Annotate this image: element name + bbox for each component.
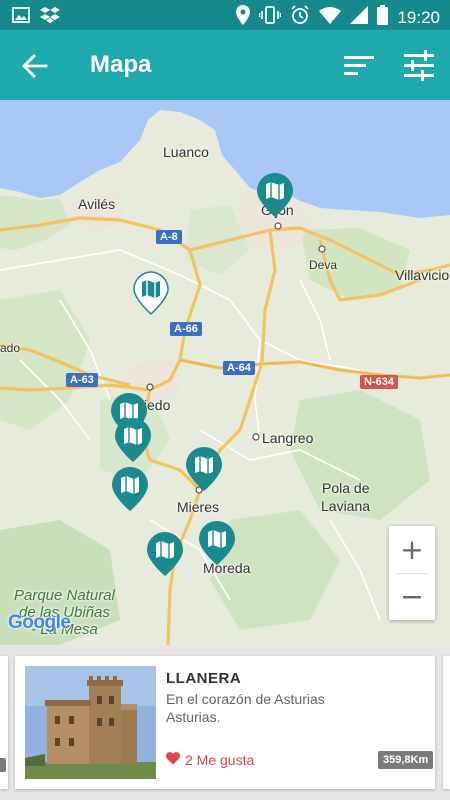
map-marker[interactable] bbox=[198, 520, 236, 566]
zoom-controls: + − bbox=[389, 526, 435, 620]
location-icon bbox=[236, 5, 251, 30]
road-shield: A-63 bbox=[66, 373, 98, 387]
place-card[interactable]: LLANERA En el corazón de Asturias Asturi… bbox=[15, 656, 435, 789]
place-label: Pola de bbox=[322, 480, 370, 496]
road-shield: A-66 bbox=[170, 322, 202, 336]
place-label: Langreo bbox=[262, 430, 314, 446]
next-card[interactable] bbox=[443, 656, 450, 789]
place-label: ado bbox=[0, 341, 21, 355]
signal-icon bbox=[350, 6, 369, 29]
zoom-in-button[interactable]: + bbox=[389, 526, 435, 573]
previous-card[interactable] bbox=[0, 656, 8, 789]
battery-icon bbox=[377, 5, 389, 30]
heart-icon bbox=[166, 752, 180, 768]
google-logo: Google bbox=[8, 612, 71, 634]
like-button[interactable]: 2 Me gusta bbox=[166, 752, 254, 768]
wifi-icon bbox=[319, 6, 342, 29]
place-name: LLANERA bbox=[166, 670, 242, 687]
status-bar: 19:20 bbox=[0, 0, 450, 30]
sort-icon[interactable] bbox=[342, 52, 376, 80]
image-icon bbox=[12, 6, 30, 29]
map-view[interactable]: Luanco Avilés Gijón Deva Villavicio ado … bbox=[0, 100, 450, 645]
place-photo bbox=[25, 666, 156, 779]
map-marker[interactable] bbox=[185, 446, 223, 492]
road-shield: A-8 bbox=[156, 230, 182, 244]
clock-time: 19:20 bbox=[397, 7, 440, 27]
distance-badge bbox=[0, 758, 6, 772]
road-shield: A-64 bbox=[223, 361, 255, 375]
page-title: Mapa bbox=[90, 51, 152, 78]
road-shield: N-634 bbox=[360, 375, 398, 389]
alarm-icon bbox=[290, 5, 310, 30]
place-label: Luanco bbox=[163, 144, 209, 160]
vibrate-icon bbox=[259, 5, 282, 30]
place-region: Asturias. bbox=[166, 709, 221, 725]
place-description: En el corazón de Asturias Asturias. bbox=[166, 690, 325, 726]
place-label: Mieres bbox=[177, 499, 220, 515]
zoom-out-button[interactable]: − bbox=[389, 573, 435, 620]
distance-badge: 359,8Km bbox=[378, 751, 434, 769]
place-label: Deva bbox=[309, 258, 338, 272]
dropbox-icon bbox=[40, 6, 60, 29]
map-marker[interactable] bbox=[256, 172, 294, 218]
place-description-line: En el corazón de Asturias bbox=[166, 691, 325, 707]
arrow-back-icon[interactable] bbox=[20, 52, 50, 80]
google-letter: Google bbox=[8, 612, 71, 633]
zoom-divider bbox=[397, 573, 427, 574]
map-marker-selected[interactable] bbox=[132, 270, 170, 316]
place-label: Laviana bbox=[321, 498, 371, 514]
map-marker[interactable] bbox=[111, 466, 149, 512]
place-carousel[interactable]: LLANERA En el corazón de Asturias Asturi… bbox=[0, 645, 450, 800]
map-marker[interactable] bbox=[114, 417, 152, 463]
map-marker[interactable] bbox=[146, 531, 184, 577]
place-label: Avilés bbox=[78, 196, 116, 212]
place-label: Villavicio bbox=[395, 267, 450, 283]
app-bar: Mapa bbox=[0, 30, 450, 100]
likes-count: 2 Me gusta bbox=[185, 752, 255, 768]
tune-icon[interactable] bbox=[402, 50, 436, 82]
park-label-line: Parque Natural bbox=[14, 587, 115, 604]
